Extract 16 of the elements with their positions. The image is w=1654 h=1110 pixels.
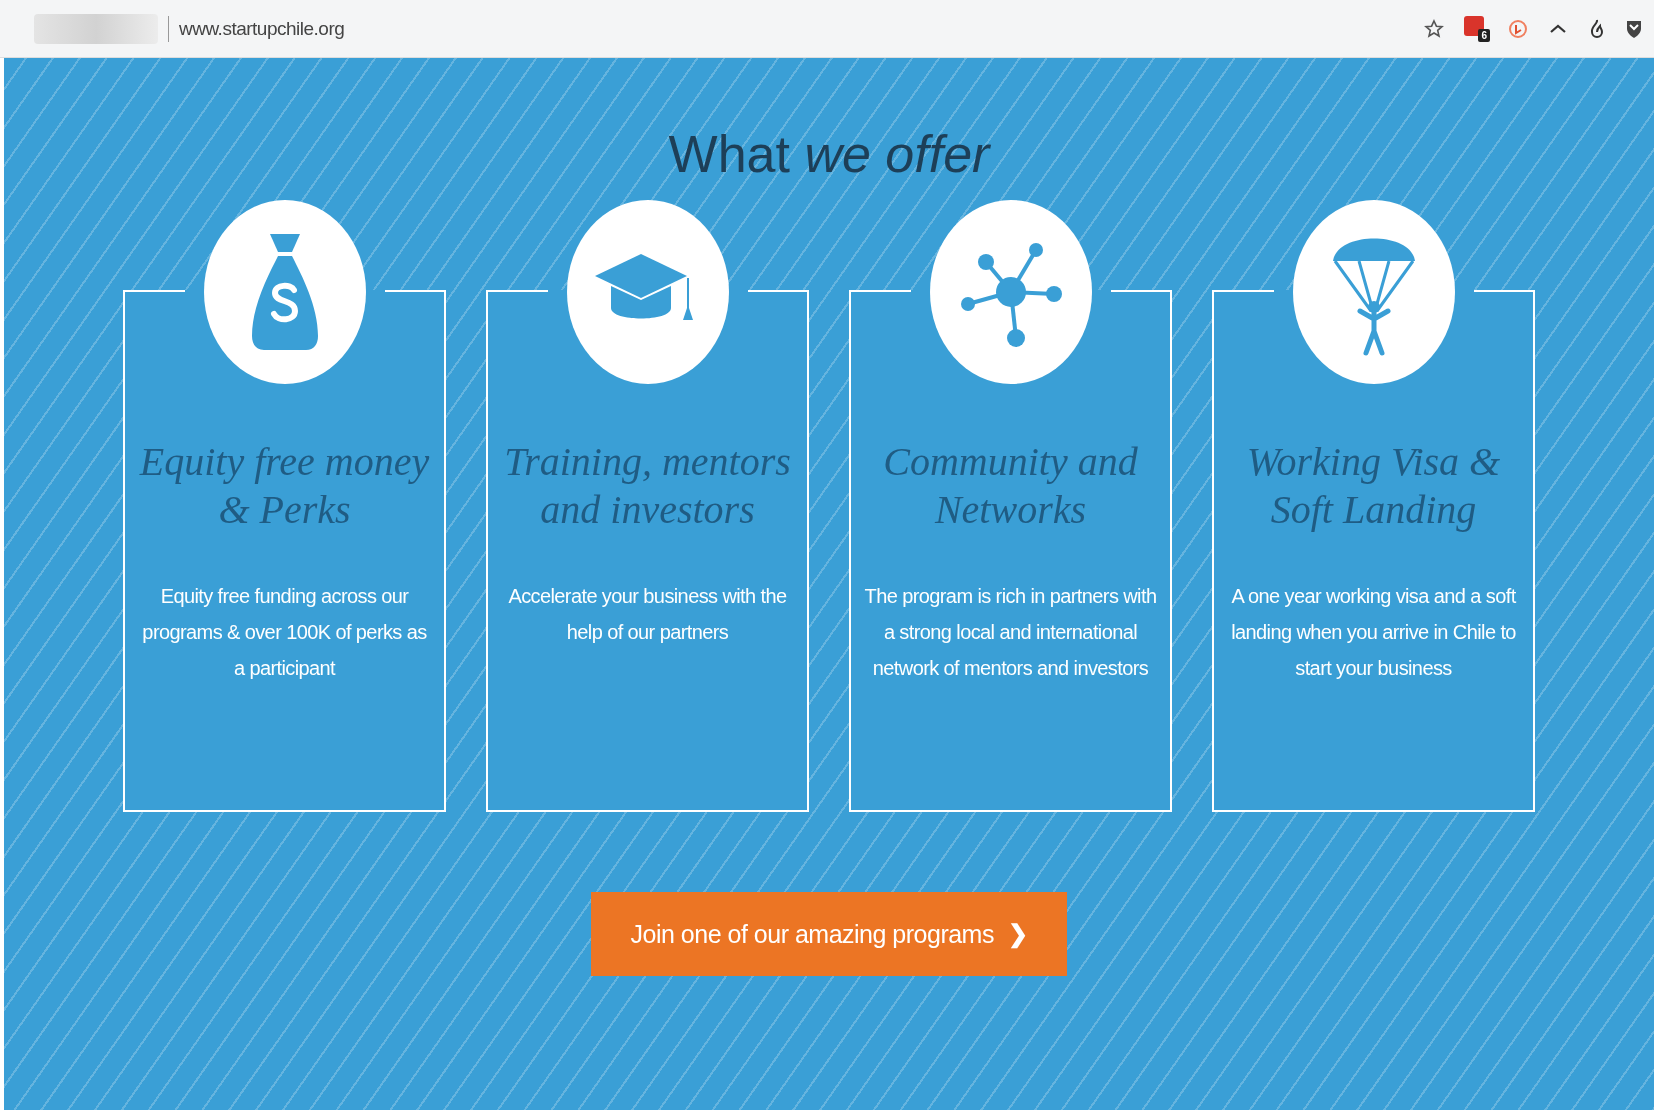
card-heading: Working Visa & Soft Landing [1245, 438, 1502, 534]
extension-badge: 6 [1478, 28, 1490, 42]
card-text: The program is rich in partners with a strong local and international network of mentors and investors [863, 584, 1158, 681]
address-bar-url[interactable]: www.startupchile.org [179, 17, 345, 40]
card-heading: Training, mentors and investors [503, 438, 792, 534]
chevron-right-icon: ❯ [1007, 920, 1028, 948]
card-heading: Equity free money & Perks [139, 438, 430, 534]
card-text: A one year working visa and a soft landing when you arrive in Chile to start your business [1230, 584, 1517, 681]
shield-icon[interactable] [1626, 18, 1642, 39]
bookmark-star-icon[interactable] [1424, 18, 1444, 39]
money-bag-icon [249, 232, 320, 352]
flame-icon[interactable] [1588, 17, 1606, 40]
card-text: Accelerate your business with the help of our partners [507, 584, 788, 645]
card-heading: Community and Networks [882, 438, 1139, 534]
card-text: Equity free funding across our programs & over 100K of perks as a participant [141, 584, 428, 681]
section-title: What we offer [668, 128, 990, 180]
